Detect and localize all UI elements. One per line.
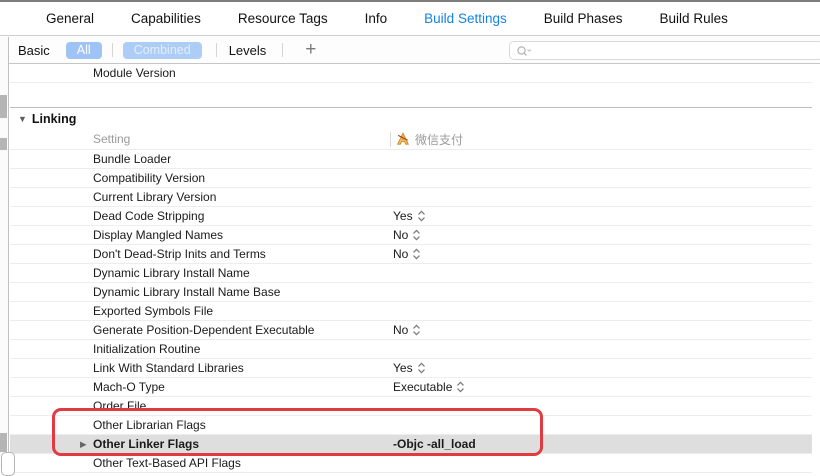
search-field[interactable] [509,41,820,60]
setting-value-text: Executable [393,378,452,396]
setting-name: Display Mangled Names [93,228,223,242]
search-input[interactable] [532,43,820,59]
column-divider [390,132,391,147]
setting-name: Module Version [93,66,176,80]
scrollbar-thumb[interactable] [0,433,7,452]
stepper-icon[interactable] [417,210,426,222]
setting-name: Bundle Loader [93,152,171,166]
stepper-icon[interactable] [412,229,421,241]
table-row[interactable]: Exported Symbols File [10,302,812,321]
settings-rows: Bundle Loader Compatibility Version Curren… [10,150,812,473]
table-row[interactable]: Dynamic Library Install Name Base [10,283,812,302]
tab-build-phases[interactable]: Build Phases [544,11,623,26]
setting-value[interactable]: No [393,245,421,263]
section-header-linking[interactable]: ▼ Linking [10,108,812,129]
tab-resource-tags[interactable]: Resource Tags [238,11,328,26]
setting-name: Mach-O Type [93,380,165,394]
filter-basic-button[interactable]: Basic [18,43,50,58]
tab-capabilities[interactable]: Capabilities [131,11,201,26]
setting-name: Dynamic Library Install Name [93,266,250,280]
setting-value[interactable]: Yes [393,359,426,377]
section-gap [10,83,812,108]
table-row[interactable]: Module Version [10,65,812,83]
stepper-icon[interactable] [417,362,426,374]
tab-build-settings[interactable]: Build Settings [424,11,507,26]
table-row[interactable]: Dead Code Stripping Yes [10,207,812,226]
navigator-edge-strip [0,37,9,469]
table-row[interactable]: Dynamic Library Install Name [10,264,812,283]
tab-info[interactable]: Info [365,11,388,26]
setting-value[interactable]: Yes [393,207,426,225]
setting-value-text: No [393,245,408,263]
setting-value-text: Yes [393,359,413,377]
setting-value[interactable]: -Objc -all_load [393,435,476,453]
filter-combined-button[interactable]: Combined [123,42,202,59]
setting-value-text: -Objc -all_load [393,435,476,453]
stepper-icon[interactable] [456,381,465,393]
section-title: Linking [32,112,76,126]
setting-name: Initialization Routine [93,342,200,356]
setting-name: Compatibility Version [93,171,205,185]
table-row[interactable]: Other Text-Based API Flags [10,454,812,473]
table-row[interactable]: Initialization Routine [10,340,812,359]
setting-name: Order File [93,399,146,413]
target-name: 微信支付 [415,131,463,148]
filter-divider [282,43,283,57]
tab-general[interactable]: General [46,11,94,26]
setting-value-text: No [393,226,408,244]
table-column-headers: Setting 微信支付 [10,129,812,150]
scrollbar-thumb[interactable] [0,95,7,118]
setting-name: Link With Standard Libraries [93,361,244,375]
scrollbar-thumb[interactable] [0,138,7,150]
setting-name: Dead Code Stripping [93,209,204,223]
table-row[interactable]: Mach-O Type Executable [10,378,812,397]
table-row[interactable]: Order File [10,397,812,416]
filter-divider [216,43,217,57]
column-header-target[interactable]: 微信支付 [390,129,463,149]
table-row[interactable]: Display Mangled Names No [10,226,812,245]
xcode-project-icon [396,132,410,146]
table-row[interactable]: Link With Standard Libraries Yes [10,359,812,378]
setting-name: Other Librarian Flags [93,418,206,432]
setting-name: Don't Dead-Strip Inits and Terms [93,247,266,261]
stepper-icon[interactable] [412,324,421,336]
table-row[interactable]: Bundle Loader [10,150,812,169]
build-settings-filter-bar: Basic All Combined Levels + [0,37,820,64]
column-header-setting[interactable]: Setting [93,129,130,149]
setting-name: Other Text-Based API Flags [93,456,241,470]
table-row[interactable]: Current Library Version [10,188,812,207]
table-row[interactable]: Don't Dead-Strip Inits and Terms No [10,245,812,264]
search-icon [516,45,532,57]
triangle-down-icon[interactable]: ▼ [18,114,27,124]
table-row[interactable]: Generate Position-Dependent Executable No [10,321,812,340]
setting-name: Exported Symbols File [93,304,213,318]
filter-levels-button[interactable]: Levels [229,43,267,58]
setting-value[interactable]: No [393,321,421,339]
filter-all-button[interactable]: All [66,42,102,59]
setting-name: Dynamic Library Install Name Base [93,285,280,299]
panel-corner [1,452,15,476]
setting-value[interactable]: Executable [393,378,465,396]
setting-name: Other Linker Flags [93,437,199,451]
build-settings-table: Module Version ▼ Linking Setting 微信支付 Bu… [10,65,812,469]
stepper-icon[interactable] [412,248,421,260]
project-editor-tabbar: General Capabilities Resource Tags Info Buil… [0,2,820,36]
add-build-setting-button[interactable]: + [305,42,316,58]
setting-value-text: No [393,321,408,339]
table-row[interactable]: Other Librarian Flags [10,416,812,435]
setting-name: Generate Position-Dependent Executable [93,323,314,337]
setting-value-text: Yes [393,207,413,225]
disclosure-triangle-icon[interactable]: ▶ [80,435,87,453]
tab-build-rules[interactable]: Build Rules [660,11,728,26]
setting-name: Current Library Version [93,190,216,204]
filter-divider [112,43,113,57]
setting-value[interactable]: No [393,226,421,244]
table-row[interactable]: ▶ Other Linker Flags -Objc -all_load [10,435,812,454]
table-row[interactable]: Compatibility Version [10,169,812,188]
